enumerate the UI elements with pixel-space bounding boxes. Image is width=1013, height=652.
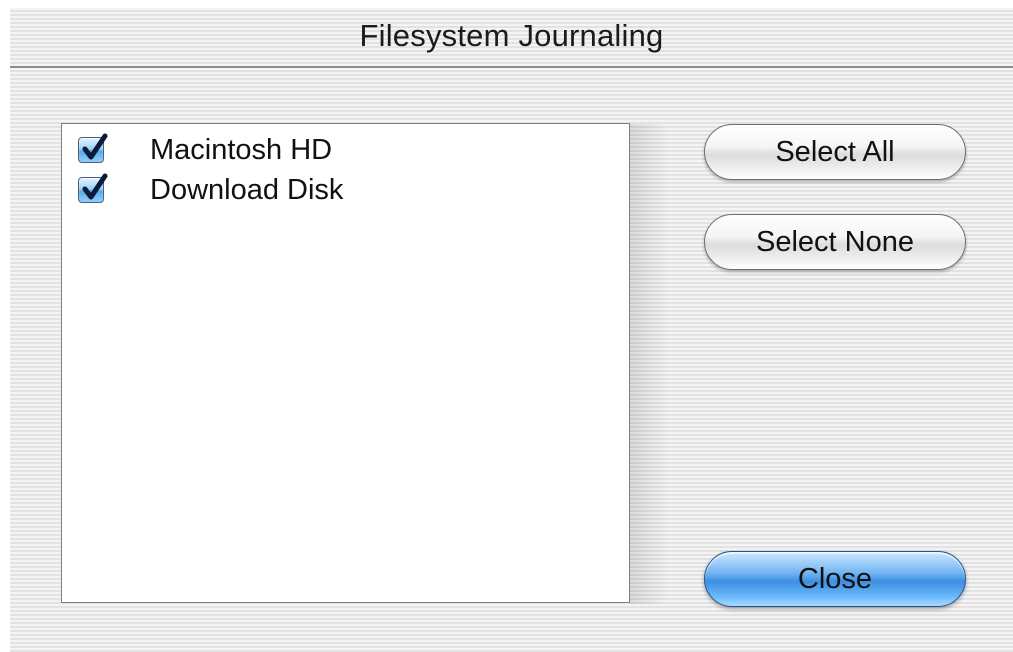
list-shadow — [630, 124, 668, 604]
journaling-window: Filesystem Journaling Macintosh HD Downl… — [10, 8, 1013, 652]
checkmark-icon — [82, 133, 108, 160]
volume-label: Macintosh HD — [150, 133, 333, 166]
volume-list[interactable]: Macintosh HD Download Disk — [61, 123, 630, 603]
close-button[interactable]: Close — [704, 551, 966, 607]
volume-label: Download Disk — [150, 173, 344, 206]
list-item-volume[interactable]: Download Disk — [78, 170, 343, 210]
checkmark-icon — [82, 173, 108, 200]
macintosh-hd-checkbox[interactable] — [78, 133, 108, 163]
select-none-button[interactable]: Select None — [704, 214, 966, 270]
select-all-button[interactable]: Select All — [704, 124, 966, 180]
list-item-volume[interactable]: Macintosh HD — [78, 130, 332, 170]
title-bar[interactable]: Filesystem Journaling — [10, 8, 1013, 68]
window-title: Filesystem Journaling — [359, 18, 664, 53]
download-disk-checkbox[interactable] — [78, 173, 108, 203]
